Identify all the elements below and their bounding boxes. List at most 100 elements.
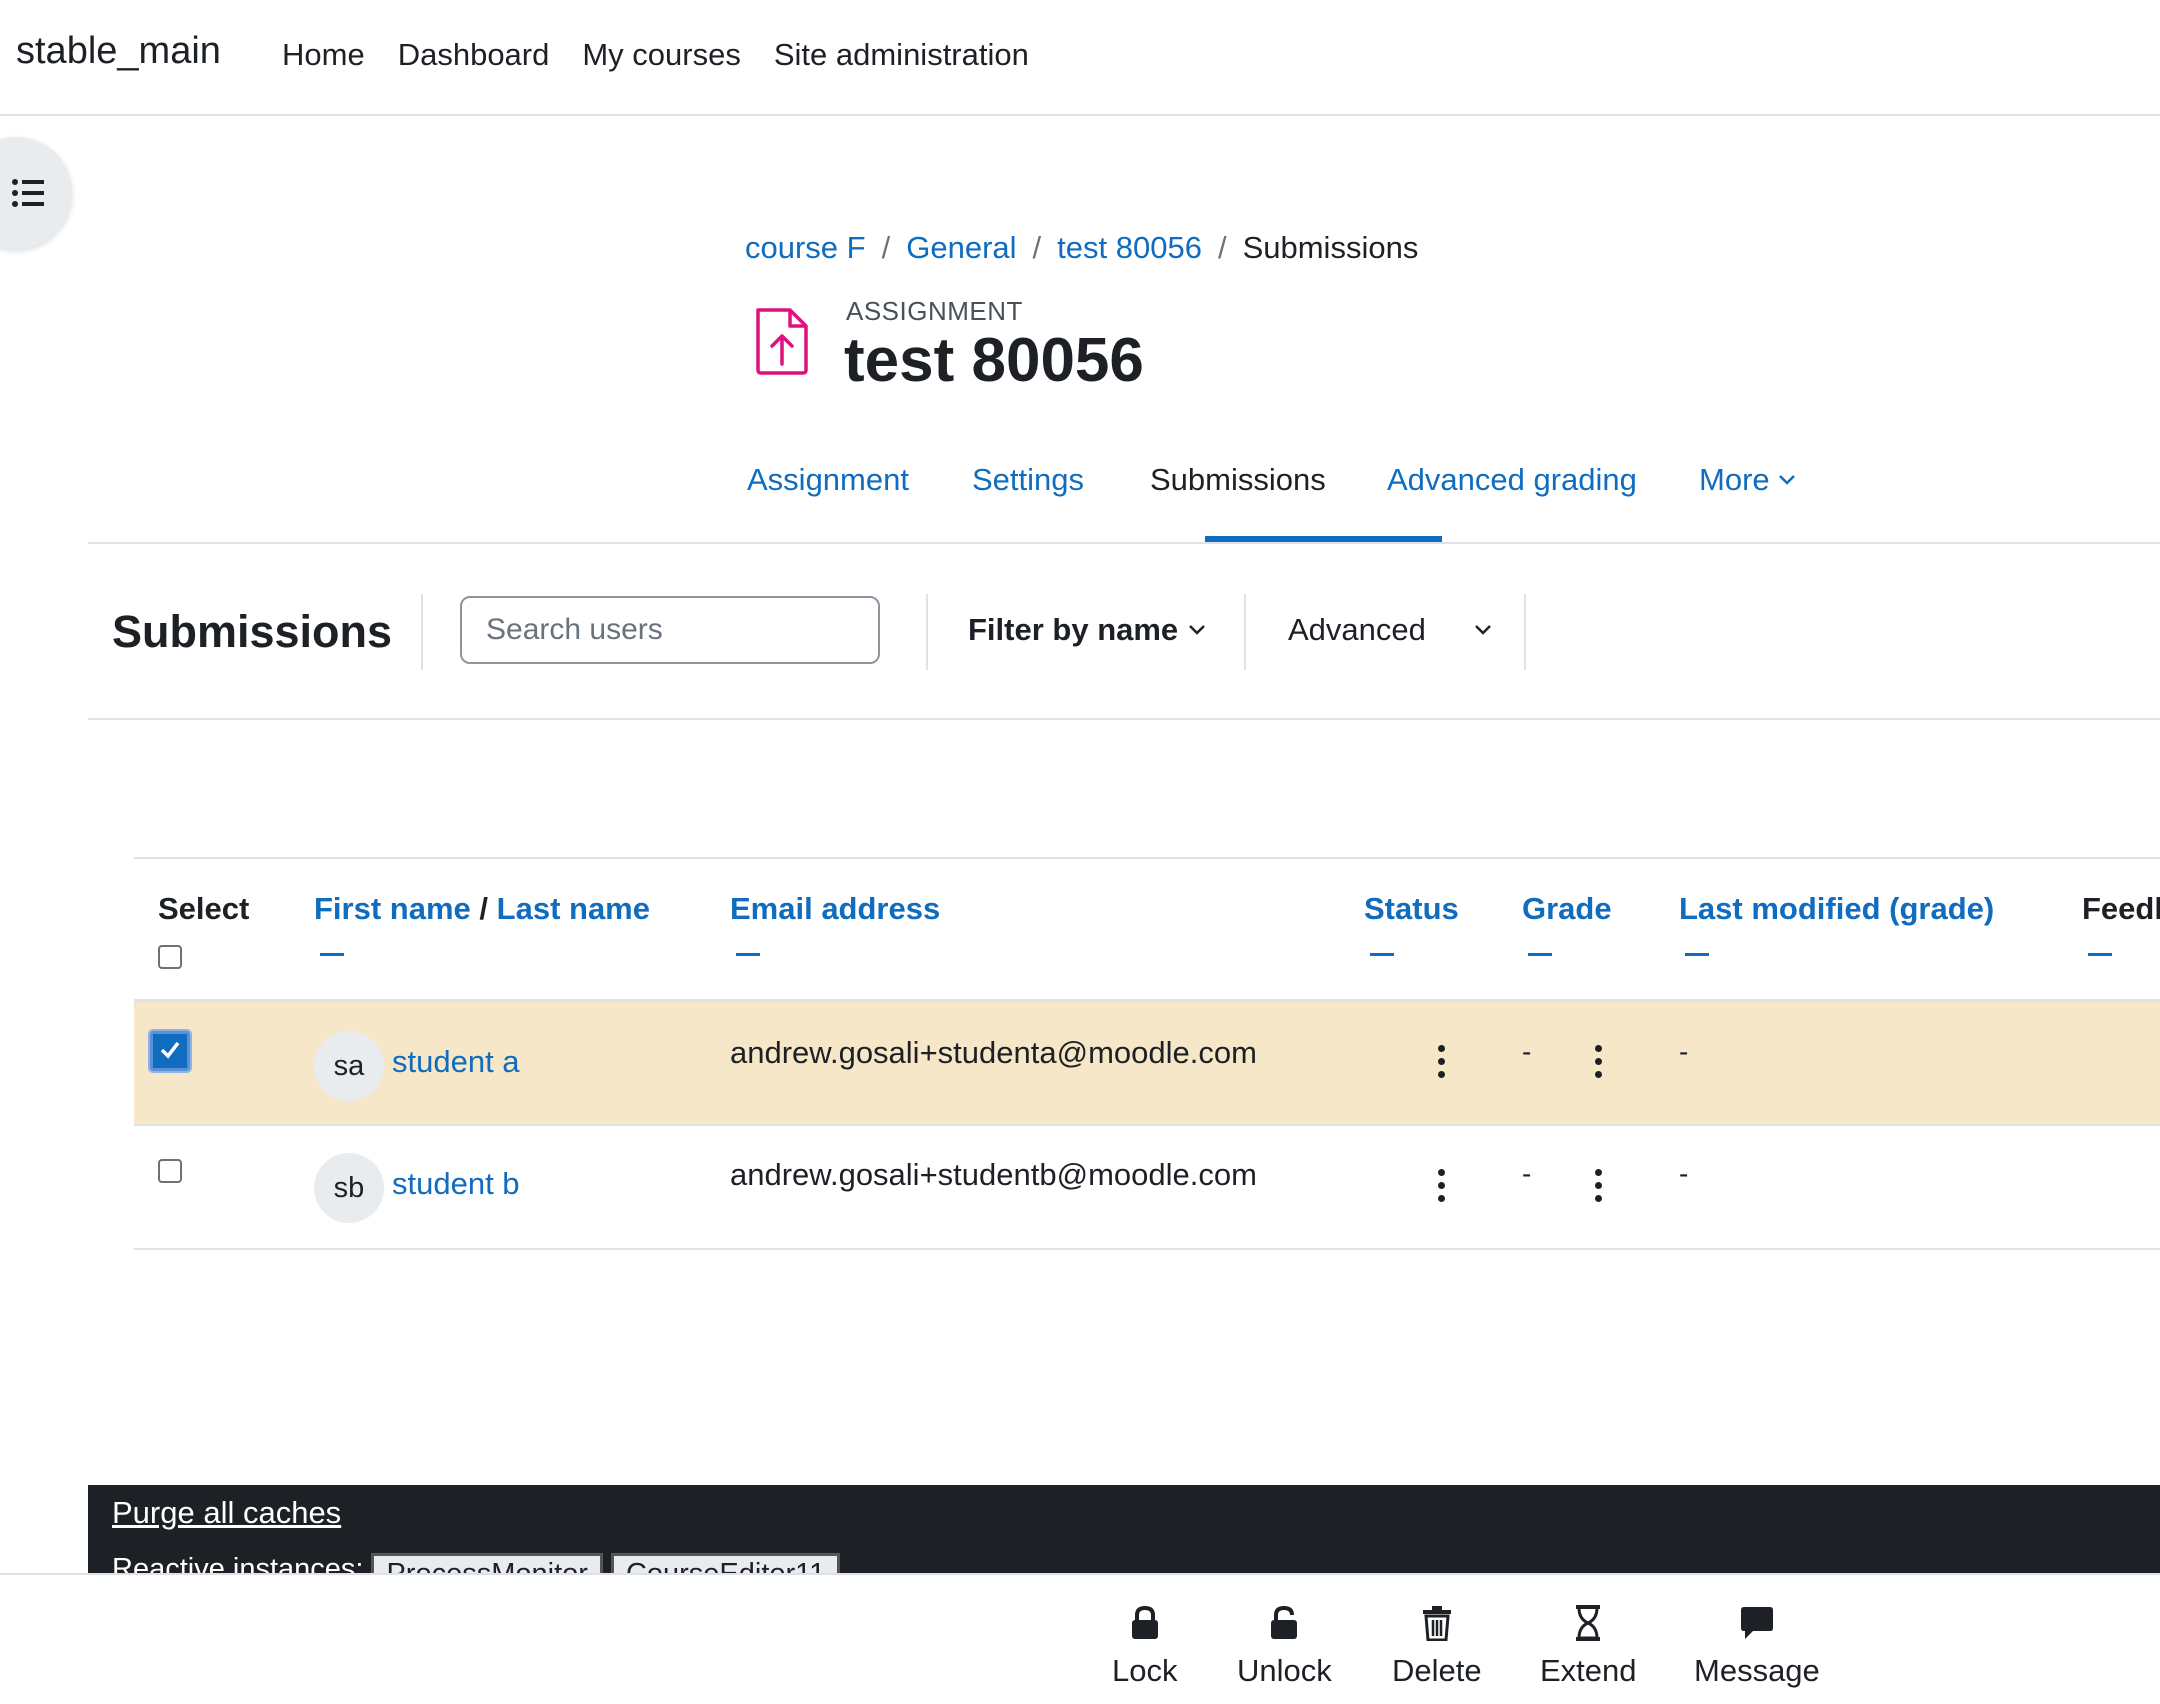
nav-home[interactable]: Home [282, 37, 365, 73]
last-modified-value: - [1679, 1036, 1689, 1067]
hide-column-icon[interactable] [1685, 953, 1709, 956]
select-all-checkbox[interactable] [158, 945, 182, 969]
toolbar-divider [421, 594, 423, 670]
hide-column-icon[interactable] [1528, 953, 1552, 956]
filter-by-name-button[interactable]: Filter by name [968, 612, 1206, 648]
hide-column-icon[interactable] [736, 953, 760, 956]
sort-first-name[interactable]: First name [314, 891, 471, 926]
sort-grade[interactable]: Grade [1522, 891, 1612, 926]
unlock-button[interactable]: Unlock [1237, 1605, 1332, 1689]
feedback-column-header: Feedl [2082, 891, 2160, 956]
process-monitor-button[interactable]: ProcessMonitor [371, 1553, 603, 1573]
hide-column-icon[interactable] [2088, 953, 2112, 956]
breadcrumb-section[interactable]: General [906, 230, 1016, 266]
search-users-input[interactable] [460, 596, 880, 664]
email-column-header: Email address [730, 891, 940, 956]
active-tab-indicator [1205, 536, 1442, 542]
name-separator: / [479, 891, 489, 926]
select-header-label: Select [158, 891, 250, 926]
breadcrumb: course F / General / test 80056 / Submis… [745, 230, 1418, 266]
reactive-instances: Reactive instances: ProcessMonitor Cours… [112, 1553, 841, 1573]
table-header: Select First name / Last name Email addr… [134, 857, 2160, 1002]
grade-actions-menu-icon[interactable] [1593, 1169, 1603, 1203]
advanced-filter-label: Advanced [1288, 612, 1426, 647]
grade-column-header: Grade [1522, 891, 1612, 956]
message-icon [1740, 1607, 1773, 1639]
filter-by-name-label: Filter by name [968, 612, 1179, 647]
toolbar-divider [1244, 594, 1246, 670]
unlock-label: Unlock [1237, 1653, 1332, 1688]
grade-actions-menu-icon[interactable] [1593, 1045, 1603, 1079]
nav-my-courses[interactable]: My courses [582, 37, 740, 73]
lock-button[interactable]: Lock [1112, 1605, 1177, 1689]
hourglass-icon [1576, 1605, 1601, 1641]
status-actions-menu-icon[interactable] [1436, 1045, 1446, 1079]
toolbar-title: Submissions [112, 606, 393, 657]
breadcrumb-course[interactable]: course F [745, 230, 866, 266]
hide-column-icon[interactable] [320, 953, 344, 956]
nav-site-administration[interactable]: Site administration [774, 37, 1029, 73]
avatar: sb [314, 1153, 384, 1223]
user-name-link[interactable]: student a [392, 1044, 520, 1080]
chevron-down-icon [1189, 625, 1206, 635]
table-row: sb student b andrew.gosali+studentb@mood… [134, 1126, 2160, 1250]
tab-more-label: More [1699, 462, 1770, 497]
tab-settings[interactable]: Settings [972, 462, 1084, 498]
lock-label: Lock [1112, 1653, 1178, 1688]
purge-caches-link[interactable]: Purge all caches [112, 1495, 341, 1531]
site-brand[interactable]: stable_main [16, 30, 221, 73]
chevron-down-icon [1475, 625, 1491, 635]
sort-status[interactable]: Status [1364, 891, 1459, 926]
activity-type-label: ASSIGNMENT [846, 296, 1023, 326]
secondary-navigation: Assignment Settings Submissions Advanced… [88, 430, 2160, 544]
breadcrumb-separator: / [1217, 230, 1227, 265]
row-select-checkbox[interactable] [158, 1159, 182, 1183]
message-label: Message [1694, 1653, 1820, 1688]
status-actions-menu-icon[interactable] [1436, 1169, 1446, 1203]
file-upload-icon [756, 308, 808, 375]
breadcrumb-current: Submissions [1242, 230, 1419, 265]
top-navbar: stable_main Home Dashboard My courses Si… [0, 0, 2160, 116]
avatar: sa [314, 1031, 384, 1101]
hide-column-icon[interactable] [1370, 953, 1394, 956]
toolbar-divider [926, 594, 928, 670]
course-editor-button[interactable]: CourseEditor11 [610, 1553, 841, 1573]
course-index-toggle-button[interactable] [0, 137, 72, 249]
message-button[interactable]: Message [1694, 1605, 1820, 1689]
tab-assignment[interactable]: Assignment [747, 462, 909, 498]
nav-dashboard[interactable]: Dashboard [398, 37, 550, 73]
lock-icon [1131, 1605, 1158, 1639]
sort-last-modified[interactable]: Last modified (grade) [1679, 891, 1994, 926]
extend-button[interactable]: Extend [1540, 1605, 1637, 1689]
row-select-checkbox[interactable] [148, 1029, 192, 1073]
trash-icon [1422, 1606, 1451, 1641]
page-footer: Purge all caches Reactive instances: Pro… [88, 1485, 2160, 1573]
tab-advanced-grading[interactable]: Advanced grading [1387, 462, 1637, 498]
tab-more[interactable]: More [1699, 462, 1796, 498]
primary-navigation: Home Dashboard My courses Site administr… [282, 37, 1029, 73]
sort-email[interactable]: Email address [730, 891, 940, 926]
feedback-header-label: Feedl [2082, 891, 2160, 926]
breadcrumb-activity[interactable]: test 80056 [1057, 230, 1202, 266]
reactive-instances-label: Reactive instances: [112, 1553, 364, 1573]
delete-button[interactable]: Delete [1392, 1605, 1482, 1689]
user-name-link[interactable]: student b [392, 1166, 520, 1202]
table-row: sa student a andrew.gosali+studenta@mood… [134, 1002, 2160, 1126]
bulk-actions-bar: Lock Unlock Delete Extend Message [0, 1573, 2160, 1704]
advanced-filter-button[interactable]: Advanced [1288, 612, 1492, 648]
tab-submissions[interactable]: Submissions [1150, 462, 1326, 498]
grade-value: - [1522, 1036, 1532, 1067]
select-column-header: Select [158, 891, 249, 969]
list-icon [12, 179, 44, 207]
submissions-table: Select First name / Last name Email addr… [134, 857, 2160, 1250]
checkmark-icon [160, 1041, 180, 1059]
name-column-header: First name / Last name [314, 891, 650, 956]
submissions-toolbar: Submissions Filter by name Advanced [88, 544, 2160, 720]
breadcrumb-separator: / [881, 230, 891, 265]
sort-last-name[interactable]: Last name [497, 891, 650, 926]
user-email: andrew.gosali+studentb@moodle.com [730, 1157, 1257, 1192]
breadcrumb-separator: / [1032, 230, 1042, 265]
toolbar-divider [1524, 594, 1526, 670]
user-email: andrew.gosali+studenta@moodle.com [730, 1035, 1257, 1070]
extend-label: Extend [1540, 1653, 1637, 1688]
